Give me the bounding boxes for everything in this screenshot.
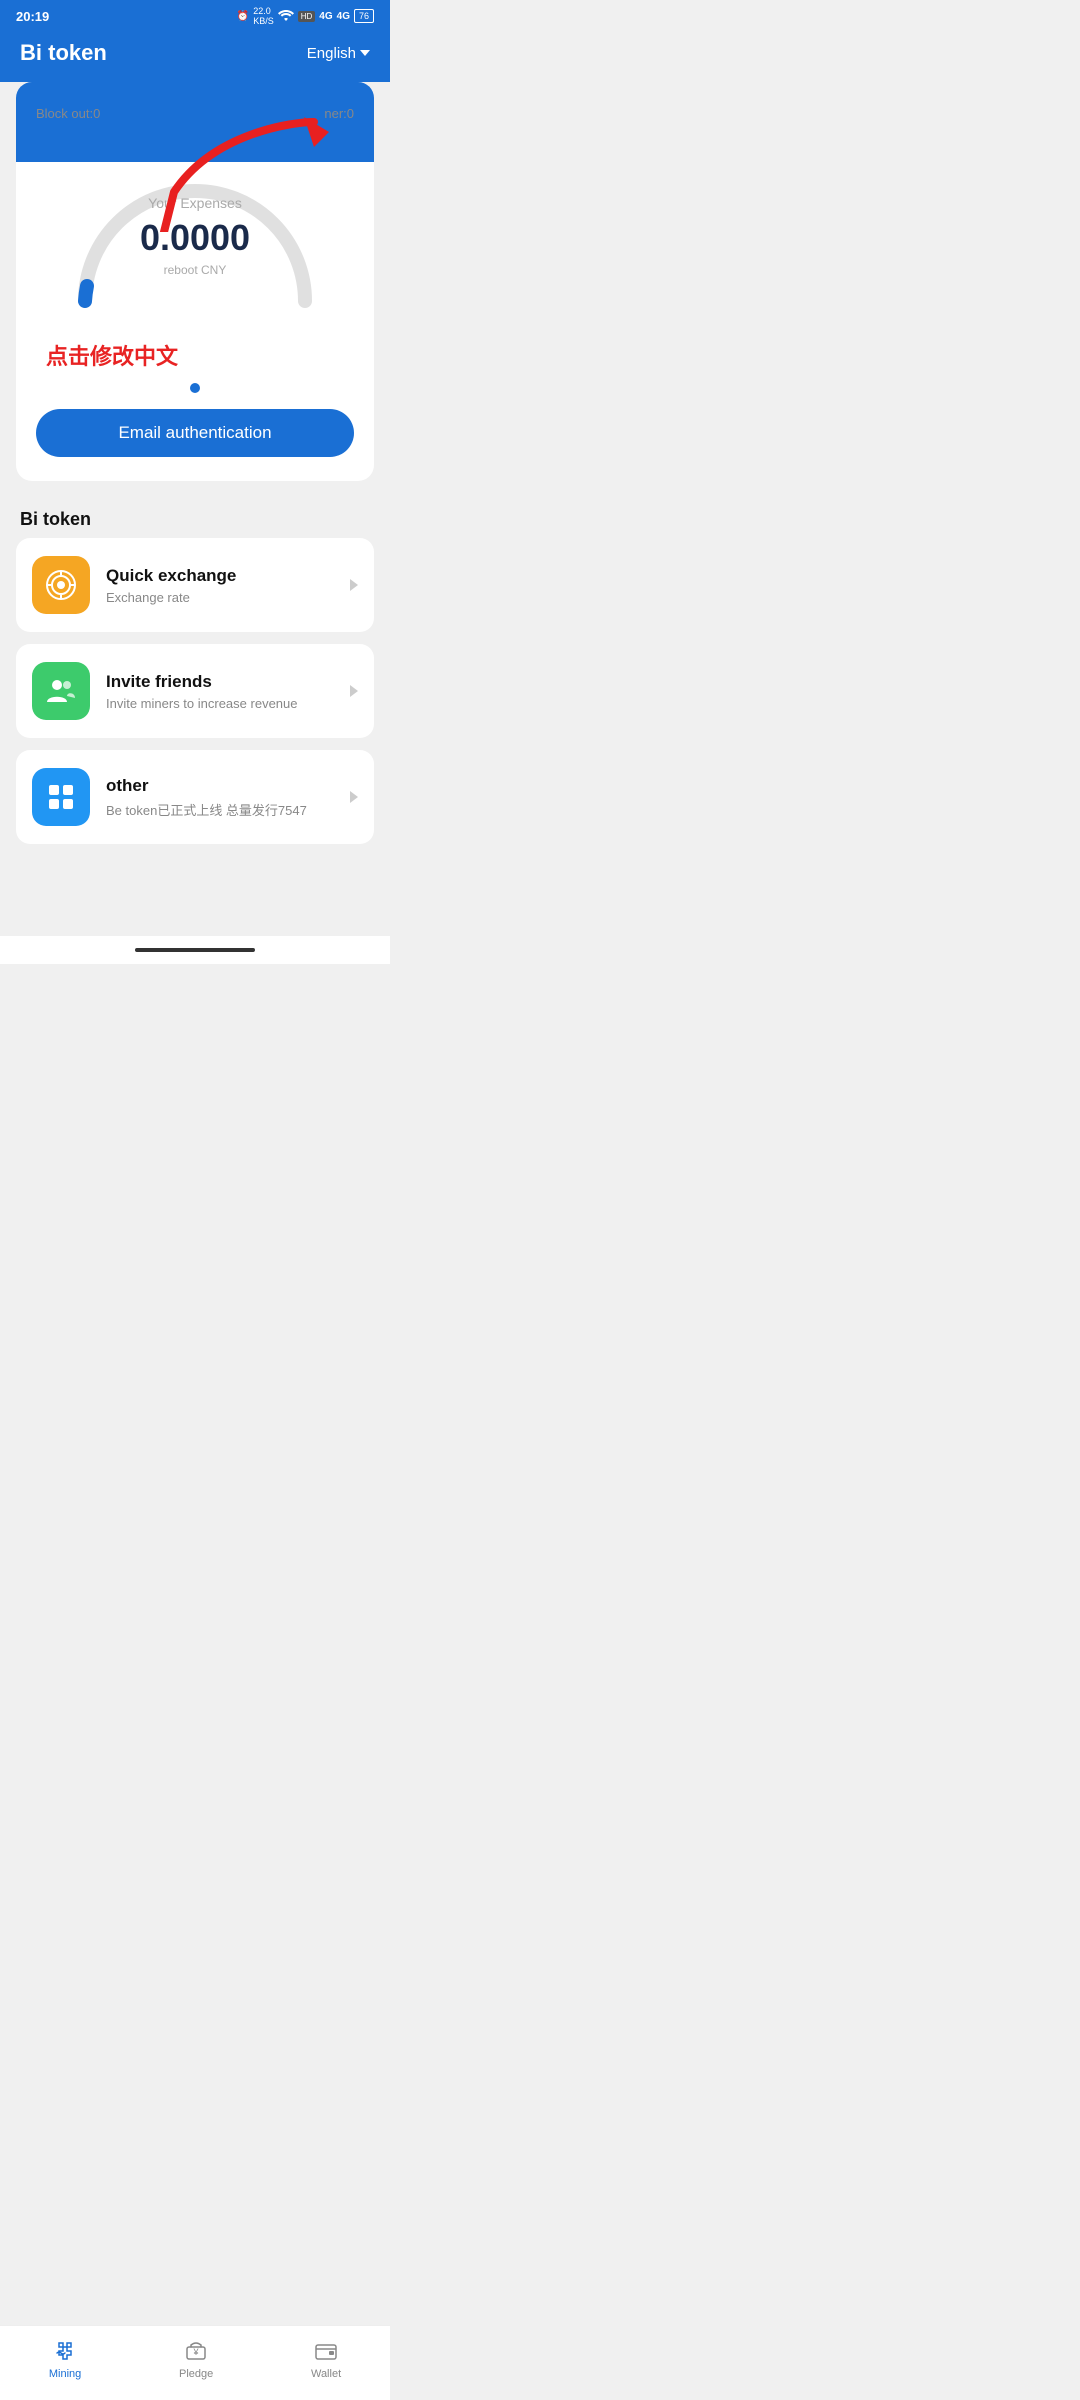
invite-friends-text: Invite friends Invite miners to increase… [106, 672, 334, 711]
nav-item-mining[interactable]: Mining [49, 2338, 81, 2380]
battery-icon: 76 [354, 9, 374, 23]
list-item-quick-exchange[interactable]: Quick exchange Exchange rate [16, 538, 374, 632]
wallet-icon [313, 2338, 339, 2364]
bottom-nav: Mining ¥ Pledge Wallet [0, 2325, 390, 2400]
language-selector[interactable]: English [307, 45, 370, 62]
quick-exchange-title: Quick exchange [106, 566, 334, 586]
email-auth-button[interactable]: Email authentication [36, 409, 354, 457]
expenses-sub: reboot CNY [140, 263, 250, 277]
expenses-amount: 0.0000 [140, 217, 250, 259]
home-bar [0, 936, 390, 964]
list-item-other[interactable]: other Be token已正式上线 总量发行7547 [16, 750, 374, 844]
quick-exchange-sub: Exchange rate [106, 590, 334, 605]
pledge-icon: ¥ [183, 2338, 209, 2364]
indicator-dot [190, 383, 200, 393]
dot-indicator [36, 383, 354, 393]
other-sub: Be token已正式上线 总量发行7547 [106, 800, 334, 819]
gauge-container: Your Expenses 0.0000 reboot CNY [36, 131, 354, 331]
status-bar: 20:19 ⏰ 22.0KB/S HD 4G 4G 76 [0, 0, 390, 30]
invite-friends-icon [32, 662, 90, 720]
other-chevron [350, 791, 358, 803]
nav-item-pledge[interactable]: ¥ Pledge [179, 2338, 213, 2380]
network-speed: 22.0KB/S [253, 6, 274, 26]
home-bar-line [135, 948, 255, 952]
hd-badge: HD [298, 11, 316, 22]
other-icon [32, 768, 90, 826]
nav-wallet-label: Wallet [311, 2368, 341, 2380]
other-title: other [106, 776, 334, 796]
mining-icon [52, 2338, 78, 2364]
app-title: Bi token [20, 40, 107, 66]
language-label: English [307, 45, 356, 62]
nav-item-wallet[interactable]: Wallet [311, 2338, 341, 2380]
status-icons: ⏰ 22.0KB/S HD 4G 4G 76 [237, 6, 374, 26]
section-title: Bi token [0, 493, 390, 538]
quick-exchange-chevron [350, 579, 358, 591]
invite-friends-chevron [350, 685, 358, 697]
gauge-center: Your Expenses 0.0000 reboot CNY [140, 195, 250, 277]
chinese-annotation: 点击修改中文 [36, 339, 354, 371]
invite-friends-title: Invite friends [106, 672, 334, 692]
miner-label: ner:0 [324, 106, 354, 121]
wifi-icon [278, 9, 294, 24]
svg-text:¥: ¥ [193, 2347, 200, 2357]
signal-4g-2: 4G [337, 11, 350, 22]
alarm-icon: ⏰ [237, 11, 249, 22]
chevron-down-icon [360, 50, 370, 56]
quick-exchange-text: Quick exchange Exchange rate [106, 566, 334, 605]
block-out-label: Block out:0 [36, 106, 100, 121]
card-header-row: Block out:0 ner:0 [36, 102, 354, 121]
main-card: Block out:0 ner:0 Your Expenses 0.0000 r… [16, 82, 374, 481]
nav-mining-label: Mining [49, 2368, 81, 2380]
quick-exchange-icon [32, 556, 90, 614]
other-text: other Be token已正式上线 总量发行7547 [106, 776, 334, 819]
expenses-label: Your Expenses [140, 195, 250, 211]
status-time: 20:19 [16, 9, 49, 24]
app-header: Bi token English [0, 30, 390, 82]
invite-friends-sub: Invite miners to increase revenue [106, 696, 334, 711]
list-item-invite-friends[interactable]: Invite friends Invite miners to increase… [16, 644, 374, 738]
signal-4g: 4G [319, 11, 332, 22]
nav-pledge-label: Pledge [179, 2368, 213, 2380]
